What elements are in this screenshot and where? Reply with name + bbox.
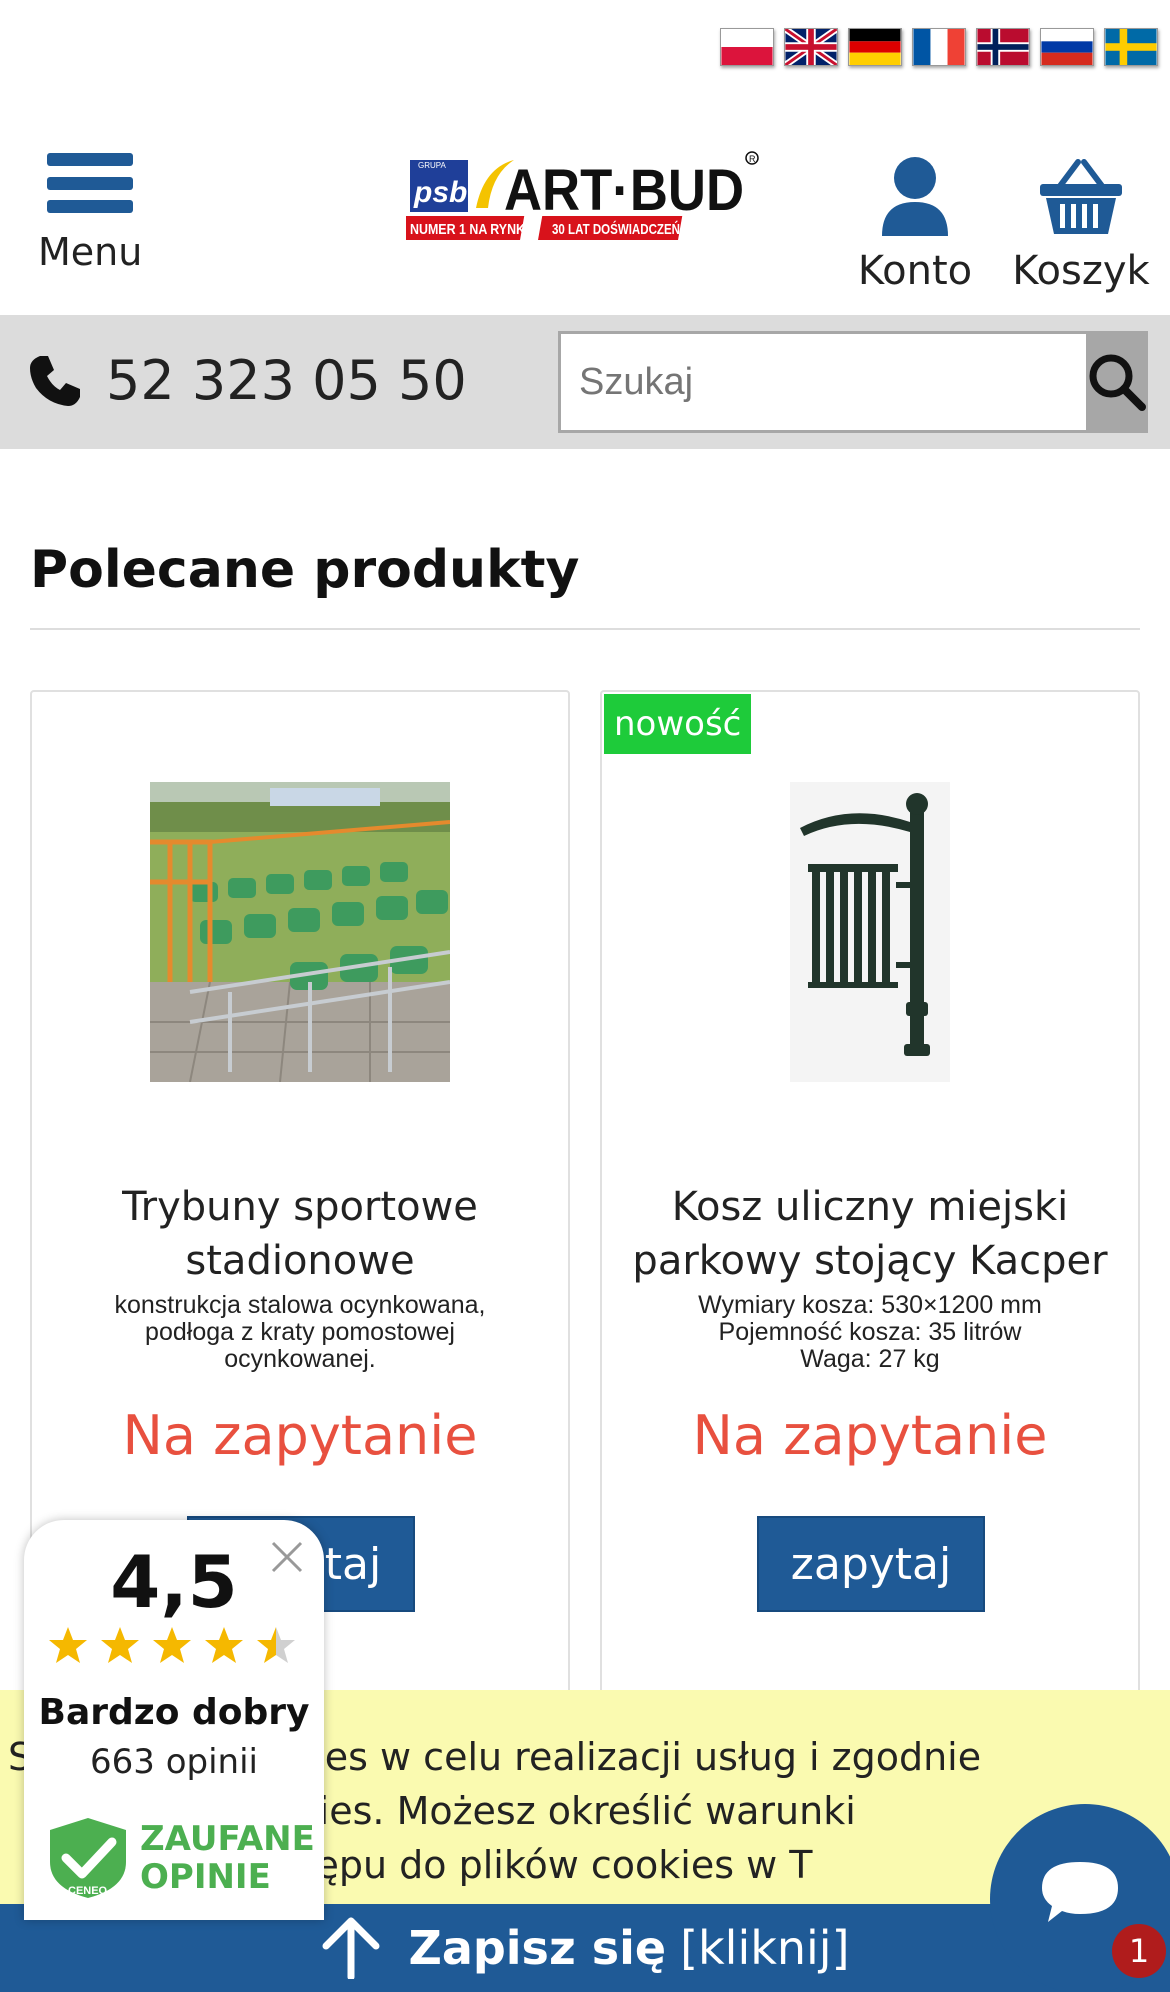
star-icon	[49, 1627, 87, 1663]
menu-button[interactable]: Menu	[38, 150, 142, 274]
rating-score: 4,5	[110, 1540, 238, 1624]
section-title: Polecane produkty	[30, 540, 580, 600]
phone-number: 52 323 05 50	[106, 349, 467, 412]
logo-tag-left: NUMER 1 NA RYNKU	[410, 221, 534, 238]
logo-grupa: GRUPA	[418, 161, 447, 170]
site-header: Menu GRUPA psb ART·BUD R NUMER 1 NA RYNK…	[0, 130, 1170, 300]
arrow-up-icon	[322, 1917, 380, 1979]
badge-line1: ZAUFANE	[140, 1819, 315, 1859]
inquire-button[interactable]: zapytaj	[757, 1516, 985, 1612]
star-icon	[101, 1627, 139, 1663]
search-button[interactable]	[1086, 331, 1148, 433]
product-description: Wymiary kosza: 530×1200 mm Pojemność kos…	[698, 1292, 1042, 1372]
user-icon	[882, 157, 948, 236]
flag-en-icon[interactable]	[784, 28, 838, 66]
logo-tag-right: 30 LAT DOŚWIADCZEŃ	[552, 220, 680, 238]
search-input[interactable]	[558, 331, 1086, 433]
star-icon	[205, 1627, 243, 1663]
menu-label: Menu	[38, 230, 143, 274]
product-image-bleachers[interactable]	[150, 782, 450, 1082]
contact-search-bar: 52 323 05 50	[0, 315, 1170, 449]
new-badge: nowość	[604, 694, 752, 754]
account-button[interactable]: Konto	[848, 156, 982, 294]
flag-sv-icon[interactable]	[1104, 28, 1158, 66]
hamburger-icon	[47, 150, 133, 216]
logo-brand: ART·BUD	[504, 158, 744, 223]
product-description: konstrukcja stalowa ocynkowana, podłoga …	[114, 1292, 486, 1372]
account-label: Konto	[857, 248, 973, 294]
product-name[interactable]: Trybuny sportowe stadionowe	[52, 1180, 548, 1288]
artbud-logo[interactable]: GRUPA psb ART·BUD R NUMER 1 NA RYNKU 30 …	[388, 138, 766, 248]
search-icon	[1089, 354, 1146, 411]
search-form	[558, 331, 1148, 433]
product-image-trash-bin[interactable]	[720, 782, 1020, 1082]
rating-count[interactable]: 663 opinii	[24, 1742, 324, 1782]
product-price: Na zapytanie	[692, 1404, 1048, 1467]
rating-label: Bardzo dobry	[38, 1692, 310, 1733]
trusted-reviews-badge[interactable]: CENEO ZAUFANE OPINIE	[46, 1816, 315, 1900]
product-price: Na zapytanie	[122, 1404, 478, 1467]
svg-text:R: R	[749, 154, 756, 164]
subscribe-label: Zapisz się	[408, 1921, 667, 1975]
cart-label: Koszyk	[1012, 248, 1150, 294]
star-icon	[153, 1627, 191, 1663]
subscribe-click-label: [kliknij]	[680, 1921, 850, 1975]
section-divider	[30, 628, 1140, 630]
half-star-icon	[257, 1627, 295, 1663]
phone-icon	[30, 355, 80, 406]
cart-button[interactable]: Koszyk	[1010, 156, 1152, 294]
flag-no-icon[interactable]	[976, 28, 1030, 66]
ceneo-shield-icon: CENEO	[50, 1818, 126, 1898]
ceneo-rating-widget[interactable]: 4,5 Bardzo dobry 663 opinii CENEO ZAUFAN…	[24, 1520, 324, 1920]
phone-link[interactable]: 52 323 05 50	[28, 349, 467, 412]
svg-text:CENEO: CENEO	[68, 1885, 108, 1897]
flag-pl-icon[interactable]	[720, 28, 774, 66]
chat-unread-badge: 1	[1112, 1924, 1166, 1978]
logo-psb: psb	[413, 176, 467, 209]
flag-de-icon[interactable]	[848, 28, 902, 66]
product-name[interactable]: Kosz uliczny miejski parkowy stojący Kac…	[622, 1180, 1118, 1288]
rating-stars	[48, 1626, 296, 1664]
chat-bubble-icon	[1042, 1862, 1118, 1922]
product-card[interactable]: nowość Kosz uliczny miejski parkowy stoj…	[600, 690, 1140, 1750]
flag-ru-icon[interactable]	[1040, 28, 1094, 66]
badge-line2: OPINIE	[140, 1857, 271, 1897]
basket-icon	[1040, 159, 1122, 234]
flag-fr-icon[interactable]	[912, 28, 966, 66]
language-switcher	[720, 28, 1158, 66]
